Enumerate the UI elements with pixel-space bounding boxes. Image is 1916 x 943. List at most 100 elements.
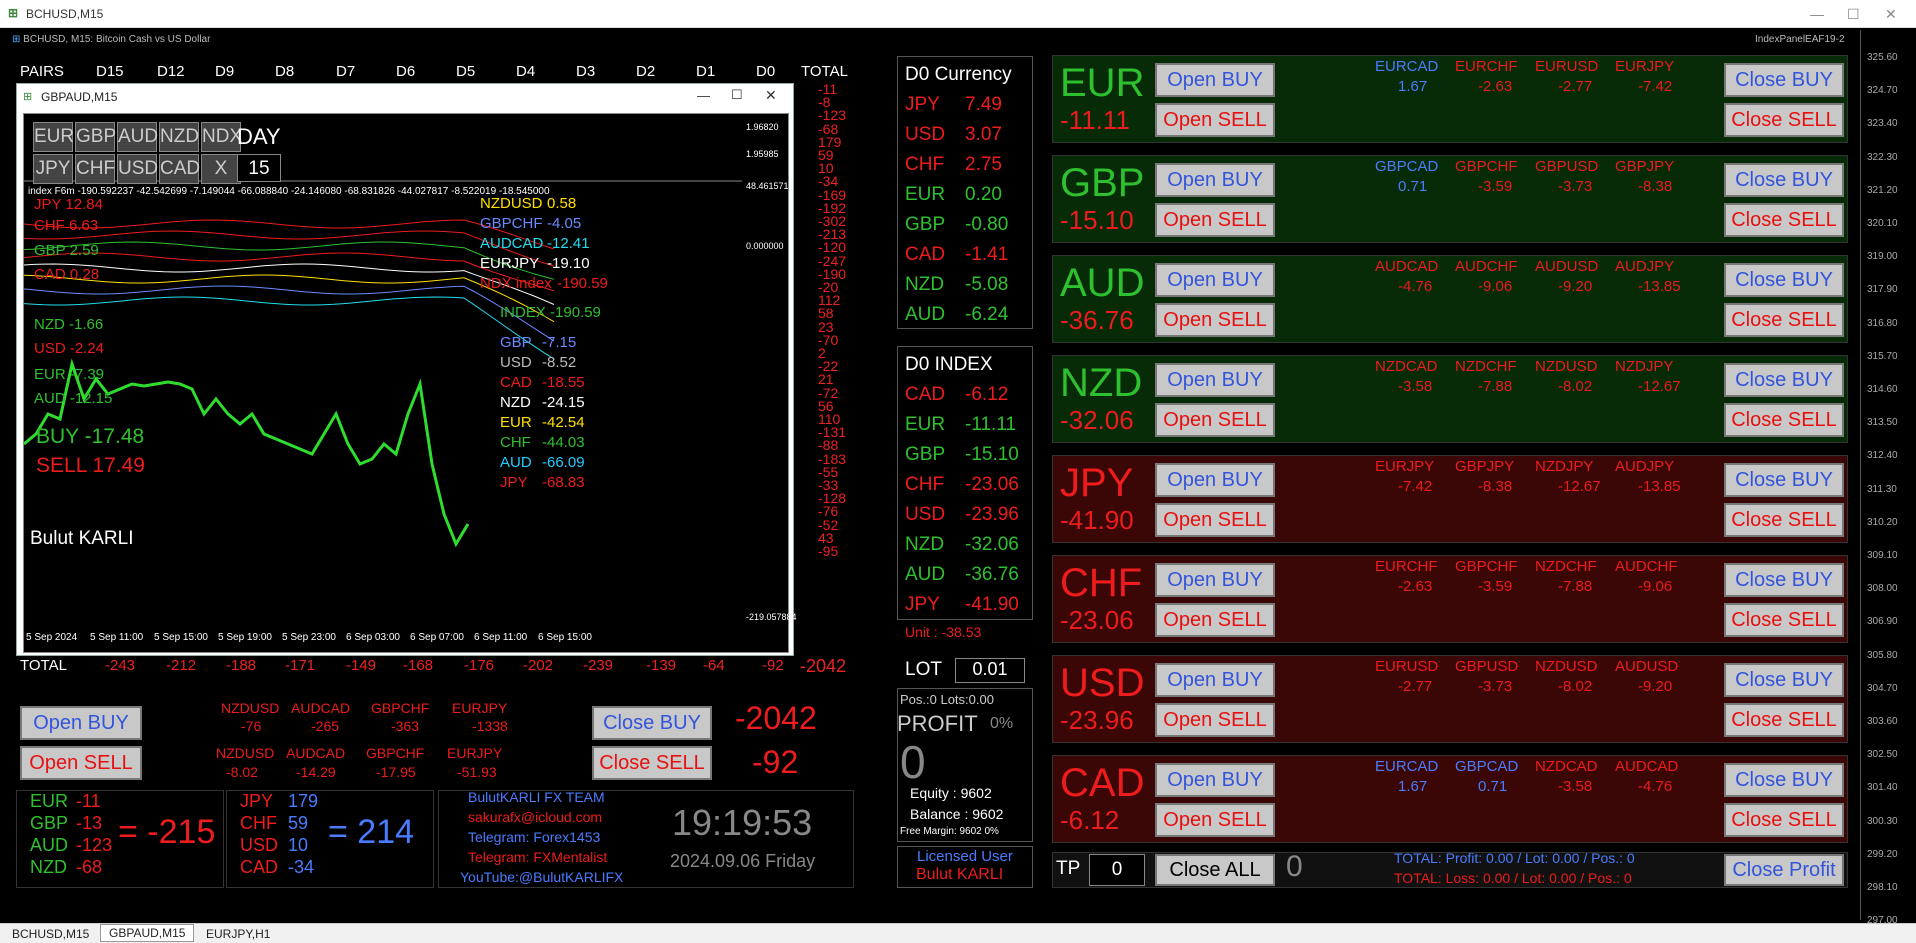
open-sell-button[interactable]: Open SELL: [1155, 703, 1275, 737]
rank-value: -44.03: [542, 434, 585, 451]
pair-value: -190.59: [557, 275, 608, 292]
pair-name: EURJPY: [1615, 58, 1675, 75]
maximize-icon[interactable]: ☐: [1847, 6, 1860, 23]
open-buy-button[interactable]: Open BUY: [1155, 63, 1275, 97]
rank-currency: GBP: [500, 334, 532, 351]
pair-value: 0.71: [1478, 778, 1508, 795]
gbpaud-chart-window[interactable]: ⊞ GBPAUD,M15 — ☐ ✕ EUR GBP AUD NZD NDX JPY CHF…: [16, 83, 797, 656]
index-name: CAD: [905, 384, 946, 405]
left-label: JPY 12.84: [34, 196, 103, 213]
y-tick: 1.95985: [746, 149, 779, 159]
pair-value: -4.05: [547, 215, 582, 232]
price-tick: 304.70: [1867, 682, 1898, 694]
index-value: -6.12: [965, 384, 1009, 405]
open-buy-button[interactable]: Open BUY: [1155, 263, 1275, 297]
btn-jpy[interactable]: JPY: [33, 154, 73, 184]
tab-eurjpy-h1[interactable]: EURJPY,H1: [198, 926, 278, 942]
close-sell-button[interactable]: Close SELL: [1724, 803, 1844, 837]
open-buy-button[interactable]: Open BUY: [20, 706, 142, 740]
close-buy-button[interactable]: Close BUY: [1724, 463, 1844, 497]
open-buy-button[interactable]: Open BUY: [1155, 563, 1275, 597]
close-sell-button[interactable]: Close SELL: [1724, 103, 1844, 137]
btn-cad[interactable]: CAD: [159, 154, 200, 184]
close-buy-button[interactable]: Close BUY: [1724, 63, 1844, 97]
close-buy-button[interactable]: Close BUY: [1724, 163, 1844, 197]
pair-value: -7.88: [1478, 378, 1513, 395]
open-buy-button[interactable]: Open BUY: [1155, 463, 1275, 497]
profit-label: PROFIT: [897, 711, 978, 736]
pair-value: -14.29: [296, 764, 336, 780]
open-sell-button[interactable]: Open SELL: [20, 746, 142, 780]
lot-input[interactable]: 0.01: [955, 658, 1025, 683]
pair-name: GBPJPY: [1615, 158, 1675, 175]
rank-value: -42.54: [542, 414, 585, 431]
btn-eur[interactable]: EUR: [33, 122, 74, 152]
tab-bchusd-m15[interactable]: BCHUSD,M15: [4, 926, 97, 942]
close-buy-button[interactable]: Close BUY: [1724, 263, 1844, 297]
pair-value: -51.93: [457, 764, 497, 780]
btn-usd[interactable]: USD: [117, 154, 158, 184]
open-sell-button[interactable]: Open SELL: [1155, 503, 1275, 537]
rank-currency: CHF: [500, 434, 531, 451]
close-sell-button[interactable]: Close SELL: [1724, 603, 1844, 637]
btn-x[interactable]: X: [201, 154, 241, 184]
day-header-D5: D5: [456, 63, 476, 80]
total-row-cell: -212: [166, 657, 197, 674]
close-sell-button[interactable]: Close SELL: [1724, 703, 1844, 737]
close-sell-button[interactable]: Close SELL: [592, 746, 712, 780]
total-row-cell: -243: [105, 657, 136, 674]
currency-name: CAD: [905, 244, 946, 265]
open-sell-button[interactable]: Open SELL: [1155, 803, 1275, 837]
balance-label: Balance : 9602: [910, 806, 1004, 822]
index-title: D0 INDEX: [905, 354, 993, 375]
close-profit-button[interactable]: Close Profit: [1724, 854, 1844, 886]
total-row-cell: -149: [346, 657, 377, 674]
close-all-button[interactable]: Close ALL: [1155, 854, 1275, 886]
tab-gbpaud-m15[interactable]: GBPAUD,M15: [100, 924, 195, 942]
open-sell-button[interactable]: Open SELL: [1155, 603, 1275, 637]
btn-nzd[interactable]: NZD: [159, 122, 199, 152]
close-buy-button[interactable]: Close BUY: [592, 706, 712, 740]
open-buy-button[interactable]: Open BUY: [1155, 663, 1275, 697]
index-value: -36.76: [965, 564, 1019, 585]
btn-ndx[interactable]: NDX: [201, 122, 242, 152]
close-icon[interactable]: ✕: [765, 87, 777, 104]
close-buy-button[interactable]: Close BUY: [1724, 563, 1844, 597]
inner-chart: EUR GBP AUD NZD NDX JPY CHF USD CAD X DAY 15 index F…: [23, 113, 797, 653]
total-cell: -95: [818, 543, 839, 559]
close-sell-button[interactable]: Close SELL: [1724, 503, 1844, 537]
clock-date: 2024.09.06 Friday: [670, 851, 816, 871]
btn-aud[interactable]: AUD: [117, 122, 158, 152]
currency-name: EUR: [905, 184, 946, 205]
open-buy-button[interactable]: Open BUY: [1155, 163, 1275, 197]
close-buy-button[interactable]: Close BUY: [1724, 763, 1844, 797]
open-buy-button[interactable]: Open BUY: [1155, 763, 1275, 797]
close-sell-button[interactable]: Close SELL: [1724, 203, 1844, 237]
close-buy-button[interactable]: Close BUY: [1724, 663, 1844, 697]
currency-value: -6.24: [965, 304, 1009, 325]
day-input[interactable]: 15: [237, 154, 281, 182]
close-buy-button[interactable]: Close BUY: [1724, 363, 1844, 397]
minimize-icon[interactable]: —: [697, 88, 710, 103]
minimize-icon[interactable]: —: [1810, 6, 1824, 22]
index-name: USD: [905, 504, 946, 525]
pair-name: NZDUSD: [1535, 358, 1598, 375]
pair-value: -8.02: [1558, 678, 1593, 695]
open-sell-button[interactable]: Open SELL: [1155, 403, 1275, 437]
day-header-D0: D0: [756, 63, 776, 80]
close-sell-button[interactable]: Close SELL: [1724, 403, 1844, 437]
currency-strength: -6.12: [1060, 805, 1120, 835]
open-sell-button[interactable]: Open SELL: [1155, 203, 1275, 237]
close-sell-button[interactable]: Close SELL: [1724, 303, 1844, 337]
btn-gbp[interactable]: GBP: [75, 122, 116, 152]
total-loss-line: TOTAL: Loss: 0.00 / Lot: 0.00 / Pos.: 0: [1394, 870, 1632, 886]
close-icon[interactable]: ✕: [1885, 6, 1897, 23]
sum-value: -68: [76, 857, 103, 877]
currency-name-big: CAD: [1060, 761, 1145, 805]
open-sell-button[interactable]: Open SELL: [1155, 303, 1275, 337]
maximize-icon[interactable]: ☐: [731, 87, 743, 103]
open-buy-button[interactable]: Open BUY: [1155, 363, 1275, 397]
open-sell-button[interactable]: Open SELL: [1155, 103, 1275, 137]
tp-input[interactable]: 0: [1089, 854, 1145, 886]
btn-chf[interactable]: CHF: [75, 154, 115, 184]
